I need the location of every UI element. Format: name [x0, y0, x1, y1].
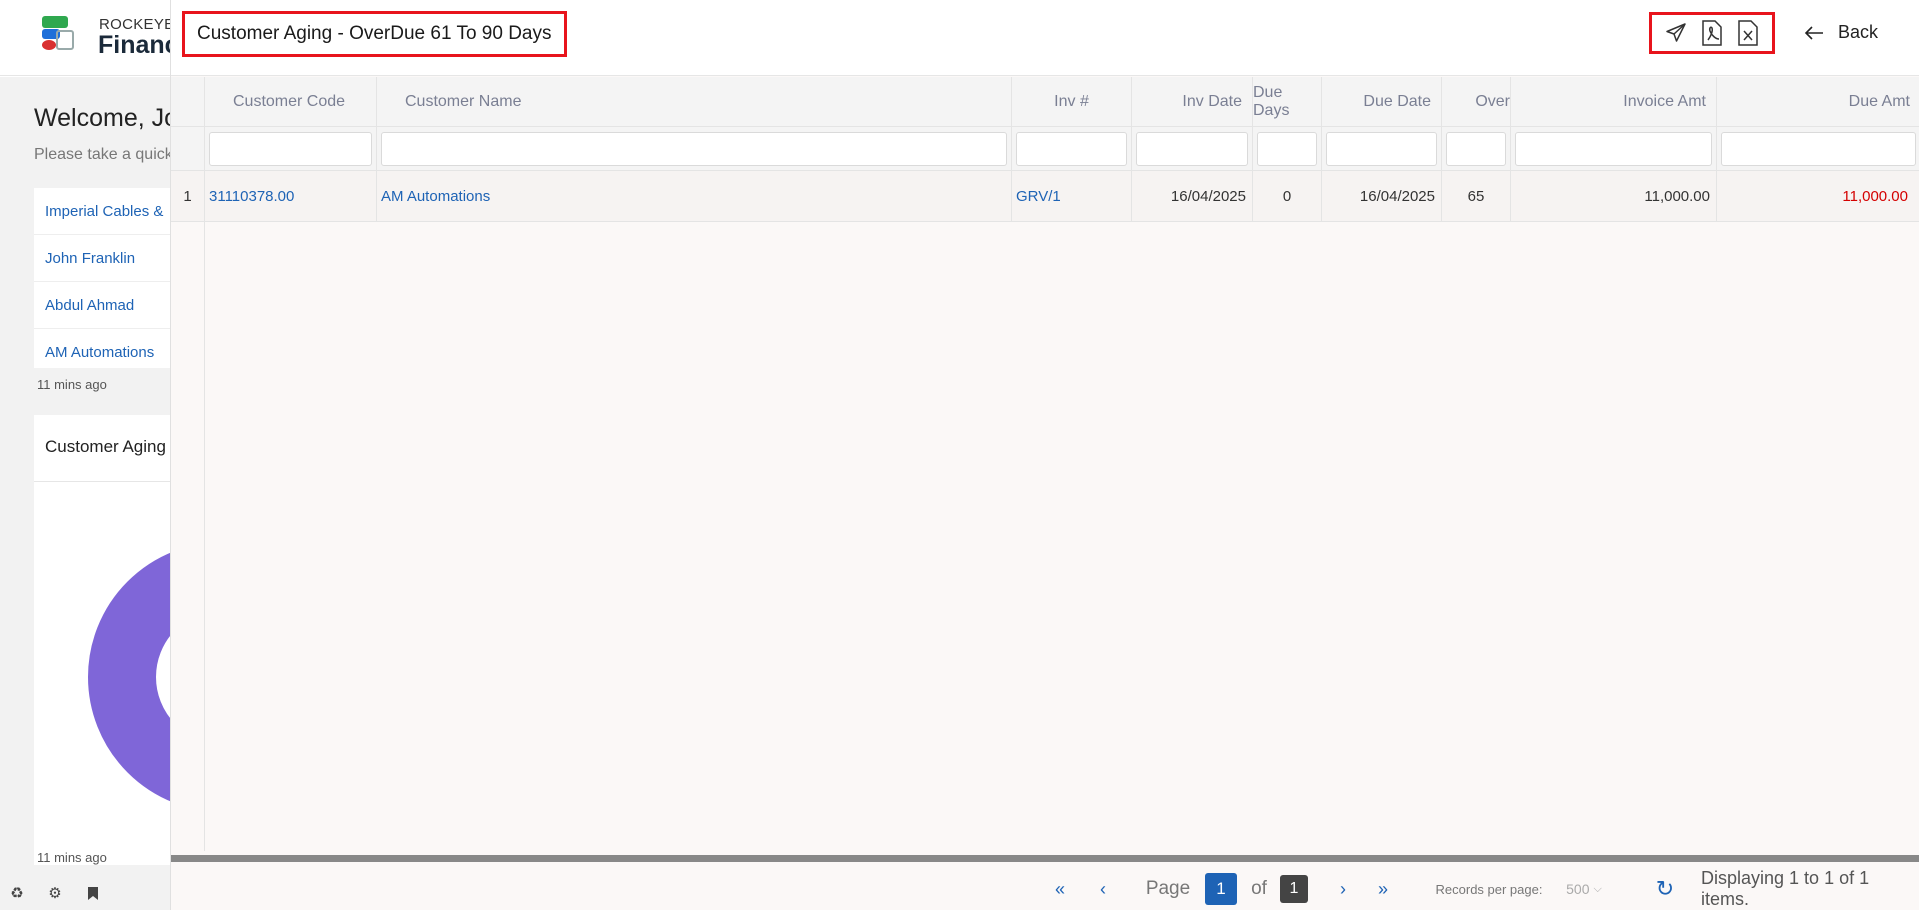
- filter-inv-no[interactable]: [1016, 131, 1127, 166]
- total-pages: 1: [1280, 875, 1308, 903]
- customer-name-link[interactable]: AM Automations: [377, 171, 1012, 221]
- chevron-down-icon: ⌵: [1593, 882, 1602, 895]
- filter-overdue[interactable]: [1446, 131, 1506, 166]
- due-amount: 11,000.00: [1842, 187, 1908, 205]
- pagination-bar: « ‹ Page 1 of 1 › » Records per page: 50…: [171, 866, 1919, 910]
- filter-customer-name-cell: [377, 127, 1012, 170]
- next-page-icon[interactable]: ›: [1333, 874, 1353, 904]
- pdf-icon[interactable]: [1698, 19, 1726, 47]
- displaying-status: Displaying 1 to 1 of 1 items.: [1701, 868, 1870, 909]
- page-label: Page: [1145, 878, 1191, 899]
- footer-toolbar: ♻ ⚙: [8, 884, 102, 902]
- card-title: Customer Aging: [45, 437, 166, 456]
- current-page-input[interactable]: 1: [1205, 873, 1237, 905]
- invoice-amount: 11,000.00: [1511, 171, 1717, 221]
- grid-filter-row: [171, 127, 1919, 171]
- invoice-date: 16/04/2025: [1132, 171, 1253, 221]
- due-date: 16/04/2025: [1322, 171, 1442, 221]
- filter-due-date[interactable]: [1326, 131, 1437, 166]
- column-header-due-date[interactable]: Due Date: [1322, 77, 1442, 126]
- filter-customer-code[interactable]: [209, 131, 372, 166]
- filter-due-amt[interactable]: [1721, 131, 1916, 166]
- filter-overdue-cell: [1442, 127, 1511, 170]
- first-page-icon[interactable]: «: [1048, 874, 1072, 904]
- card-divider: [34, 481, 184, 482]
- customer-list-item[interactable]: John Franklin: [34, 235, 184, 282]
- back-button[interactable]: Back: [1804, 22, 1878, 43]
- column-header-due-amt[interactable]: Due Amt: [1717, 77, 1919, 126]
- welcome-heading: Welcome, Jo: [34, 104, 179, 132]
- last-page-icon[interactable]: »: [1371, 874, 1395, 904]
- recycle-icon[interactable]: ♻: [8, 884, 26, 902]
- column-header-overdue[interactable]: Over: [1442, 77, 1511, 126]
- filter-customer-name[interactable]: [381, 131, 1007, 166]
- updated-time: 11 mins ago: [37, 377, 107, 392]
- customer-list-item[interactable]: AM Automations: [34, 329, 184, 368]
- send-icon[interactable]: [1662, 19, 1690, 47]
- records-per-page-value: 500: [1566, 881, 1590, 897]
- column-header-invoice-amt[interactable]: Invoice Amt: [1511, 77, 1717, 126]
- records-per-page-label: Records per page:: [1435, 881, 1543, 897]
- due-days: 0: [1253, 171, 1322, 221]
- filter-inv-date[interactable]: [1136, 131, 1248, 166]
- table-row[interactable]: 1 31110378.00 AM Automations GRV/1 16/04…: [171, 171, 1919, 222]
- column-header-customer-name[interactable]: Customer Name: [377, 77, 1012, 126]
- app-logo: [38, 16, 78, 56]
- bookmark-icon[interactable]: [84, 884, 102, 902]
- row-number-filter: [171, 127, 205, 170]
- customer-aging-card: Customer Aging: [34, 415, 184, 865]
- column-header-customer-code[interactable]: Customer Code: [205, 77, 377, 126]
- back-label: Back: [1838, 22, 1879, 42]
- updated-time: 11 mins ago: [37, 850, 107, 865]
- filter-due-days[interactable]: [1257, 131, 1317, 166]
- records-per-page-select[interactable]: 500 ⌵: [1559, 874, 1609, 904]
- overdue-days: 65: [1442, 171, 1511, 221]
- customer-code-link[interactable]: 31110378.00: [205, 171, 377, 221]
- panel-header: Customer Aging - OverDue 61 To 90 Days B…: [171, 0, 1919, 76]
- column-header-inv-date[interactable]: Inv Date: [1132, 77, 1253, 126]
- column-header-inv-no[interactable]: Inv #: [1012, 77, 1132, 126]
- aging-grid: Customer Code Customer Name Inv # Inv Da…: [171, 77, 1919, 851]
- brand-name-bottom: Financ: [98, 31, 179, 59]
- filter-due-days-cell: [1253, 127, 1322, 170]
- row-number: 1: [171, 171, 205, 221]
- customer-list-item[interactable]: Imperial Cables &: [34, 188, 184, 235]
- filter-invoice-amt[interactable]: [1515, 131, 1712, 166]
- horizontal-scrollbar[interactable]: [171, 855, 1919, 862]
- customer-list-card: Imperial Cables & John Franklin Abdul Ah…: [34, 188, 184, 368]
- row-number-header: [171, 77, 205, 126]
- settings-icon[interactable]: ⚙: [46, 884, 64, 902]
- page-title: Customer Aging - OverDue 61 To 90 Days: [182, 11, 567, 57]
- of-label: of: [1251, 878, 1267, 899]
- report-panel: Customer Aging - OverDue 61 To 90 Days B…: [170, 0, 1919, 910]
- prev-page-icon[interactable]: ‹: [1093, 874, 1113, 904]
- filter-inv-date-cell: [1132, 127, 1253, 170]
- filter-due-amt-cell: [1717, 127, 1919, 170]
- refresh-icon[interactable]: ↻: [1653, 874, 1677, 904]
- arrow-left-icon: [1804, 25, 1823, 40]
- filter-invoice-amt-cell: [1511, 127, 1717, 170]
- filter-due-date-cell: [1322, 127, 1442, 170]
- filter-customer-code-cell: [205, 127, 377, 170]
- welcome-subtext: Please take a quick: [34, 146, 173, 163]
- export-actions: [1649, 12, 1775, 54]
- filter-inv-no-cell: [1012, 127, 1132, 170]
- grid-header-row: Customer Code Customer Name Inv # Inv Da…: [171, 77, 1919, 127]
- customer-list-item[interactable]: Abdul Ahmad: [34, 282, 184, 329]
- excel-icon[interactable]: [1734, 19, 1762, 47]
- column-header-due-days[interactable]: Due Days: [1253, 77, 1322, 126]
- invoice-number-link[interactable]: GRV/1: [1012, 171, 1132, 221]
